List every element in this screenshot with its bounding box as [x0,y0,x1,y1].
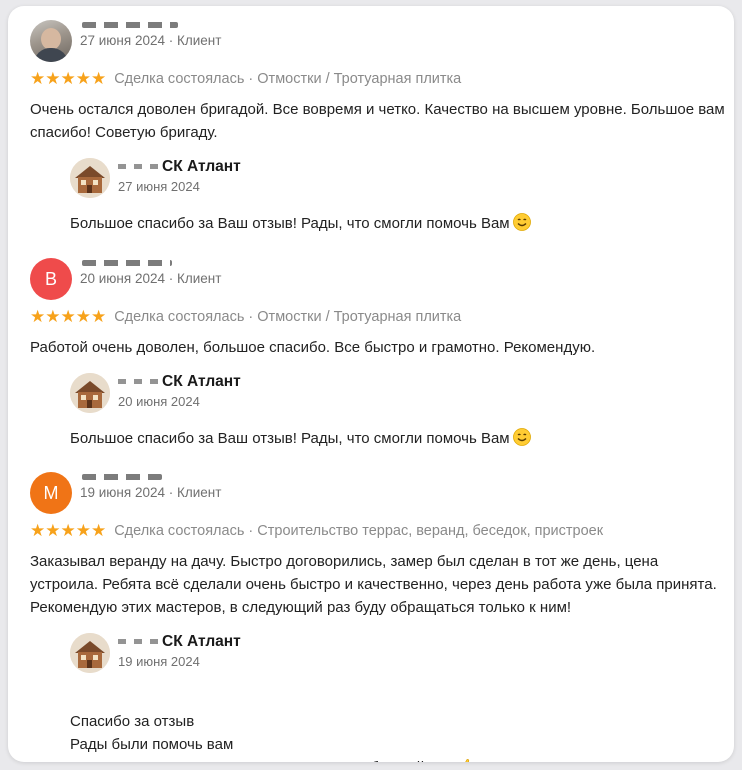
reply-date: 20 июня 2024 [118,394,200,409]
company-name: СК Атлант [162,633,241,650]
avatar-initial: В [44,268,57,289]
rating-stars: ★★★★★ [30,69,107,88]
avatar-initial: М [43,482,59,503]
review-text: Заказывал веранду на дачу. Быстро догово… [30,553,717,616]
company-logo[interactable] [70,633,110,673]
review-item: М 19 июня 2024 · Клиент ★★★★★ Сделка сос… [30,472,730,762]
company-logo[interactable] [70,158,110,198]
review-tags: Сделка состоялась · Строительство террас… [114,523,604,539]
company-logo[interactable] [70,373,110,413]
reply-date: 27 июня 2024 [118,179,200,194]
reply-text: Большое спасибо за Ваш отзыв! Рады, что … [70,215,510,232]
review-meta: 19 июня 2024 · Клиент [80,485,222,500]
company-reply: СК Атлант 19 июня 2024 Спасибо за отзыв … [70,633,730,762]
reply-text: Спасибо за отзыв Рады были помочь вам Бу… [70,713,455,762]
company-reply: СК Атлант 20 июня 2024 Большое спасибо з… [70,373,730,453]
review-tags: Сделка состоялась · Отмостки / Тротуарна… [114,71,462,87]
user-name-redacted [82,474,162,480]
review-item: 27 июня 2024 · Клиент ★★★★★ Сделка состо… [30,20,730,238]
review-meta: 20 июня 2024 · Клиент [80,271,222,286]
company-name: СК Атлант [162,373,241,390]
reply-text: Большое спасибо за Ваш отзыв! Рады, что … [70,430,510,447]
company-reply: СК Атлант 27 июня 2024 Большое спасибо з… [70,158,730,238]
review-text: Работой очень доволен, большое спасибо. … [30,339,596,356]
user-avatar[interactable]: М [30,472,72,514]
review-item: В 20 июня 2024 · Клиент ★★★★★ Сделка сос… [30,258,730,453]
user-avatar[interactable]: В [30,258,72,300]
rating-stars: ★★★★★ [30,307,107,326]
smile-emoji-icon [512,213,531,238]
user-name-redacted [82,260,172,266]
rating-stars: ★★★★★ [30,521,107,540]
review-text: Очень остался доволен бригадой. Все вовр… [30,101,725,141]
user-avatar[interactable] [30,20,72,62]
review-tags: Сделка состоялась · Отмостки / Тротуарна… [114,309,462,325]
company-name: СК Атлант [162,158,241,175]
reviews-card: 27 июня 2024 · Клиент ★★★★★ Сделка состо… [8,6,734,762]
reply-date: 19 июня 2024 [118,654,200,669]
user-name-redacted [82,22,178,28]
thumbs-up-icon [458,757,476,762]
review-meta: 27 июня 2024 · Клиент [80,33,222,48]
smile-emoji-icon [512,428,531,453]
